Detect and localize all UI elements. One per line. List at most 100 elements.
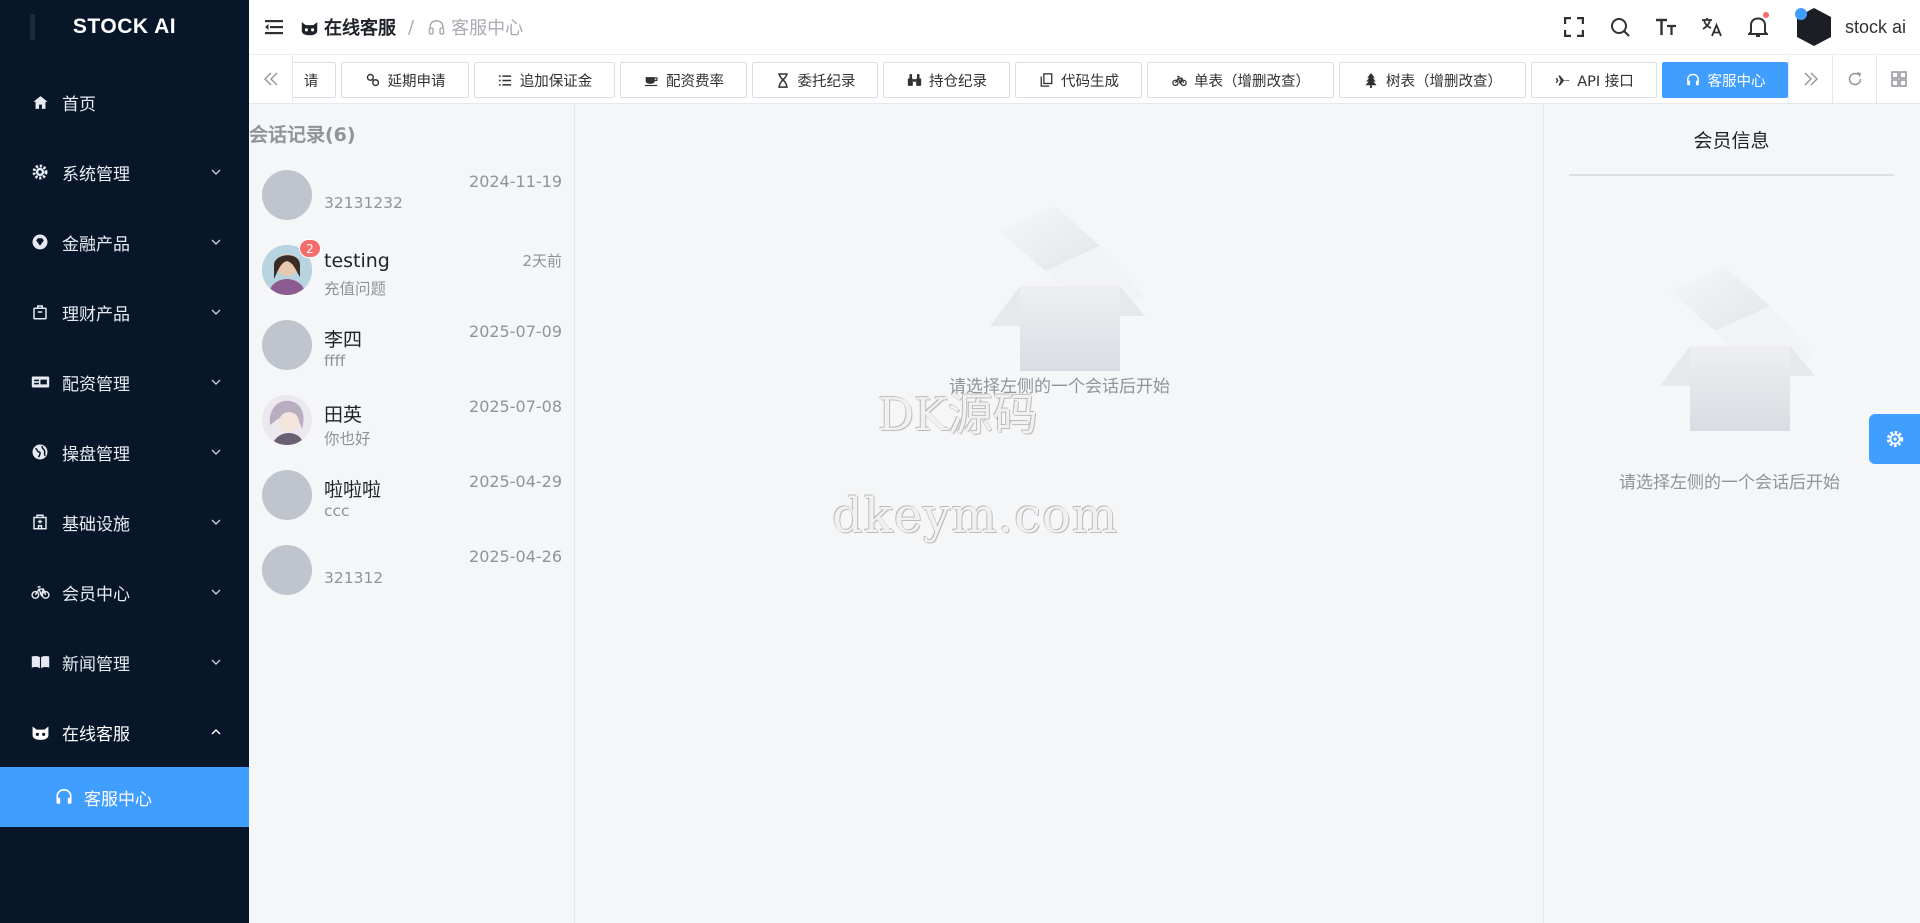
bike-icon (30, 582, 50, 602)
conversation-name: testing (324, 250, 390, 272)
conversation-item[interactable]: 李四 ffff 2025-07-09 (262, 314, 562, 389)
conversation-time: 2天前 (522, 252, 562, 270)
sidebar-item-home[interactable]: 首页 (0, 67, 249, 137)
settings-button[interactable] (1869, 414, 1920, 464)
tag-service-center[interactable]: 客服中心 (1662, 62, 1788, 98)
sidebar-item-label: 配资管理 (62, 374, 130, 395)
tag-label: 单表（增删改查） (1194, 73, 1310, 90)
search-button[interactable] (1597, 0, 1643, 54)
brand-divider (30, 14, 35, 40)
avatar (262, 320, 312, 370)
user-menu[interactable]: stock ai (1781, 6, 1920, 48)
bag-icon (30, 302, 50, 322)
hourglass-icon (775, 72, 791, 88)
tree-icon (1363, 72, 1379, 88)
tag-partial[interactable]: 请 (293, 62, 336, 98)
breadcrumb-item-service-center: 客服中心 (426, 14, 523, 40)
tags-scroll-right-button[interactable] (1788, 55, 1832, 103)
book-icon (30, 652, 50, 672)
conversation-name: 李四 (324, 329, 363, 351)
unread-badge: 2 (299, 239, 321, 258)
sidebar-item-online-service[interactable]: 在线客服 (0, 697, 249, 767)
tag-label: 客服中心 (1707, 73, 1766, 90)
notification-dot (1762, 12, 1769, 18)
sidebar-item-finance-products[interactable]: 金融产品 (0, 207, 249, 277)
cup-icon (643, 72, 659, 88)
sidebar-item-label: 基础设施 (62, 514, 130, 535)
conversation-time: 2025-07-08 (469, 397, 562, 416)
font-size-button[interactable] (1643, 0, 1689, 54)
sidebar-item-news-management[interactable]: 新闻管理 (0, 627, 249, 697)
tags-scroll-left-button[interactable] (249, 55, 293, 103)
conversation-last-message: 32131232 (324, 194, 403, 212)
sidebar-item-label: 新闻管理 (62, 654, 130, 675)
tag-code-generation[interactable]: 代码生成 (1015, 62, 1142, 98)
conversation-name: 啦啦啦 (324, 479, 382, 501)
notifications-button[interactable] (1735, 0, 1781, 54)
tags-menu-button[interactable] (1876, 55, 1920, 103)
sidebar-menu: 首页 系统管理 金融产品 理财产品 配资管理 操盘管理 基础设施 会员中心 新闻… (0, 67, 249, 827)
copy-icon (1038, 72, 1054, 88)
conversation-item[interactable]: 2 testing 充值问题 2天前 (262, 239, 562, 314)
chevron-down-icon (209, 235, 223, 249)
avatar (262, 545, 312, 595)
fullscreen-button[interactable] (1551, 0, 1597, 54)
tag-margin-rates[interactable]: 配资费率 (620, 62, 747, 98)
conversation-item[interactable]: 田英 你也好 2025-07-08 (262, 389, 562, 464)
refresh-icon (1848, 72, 1861, 86)
empty-box-icon (1659, 266, 1815, 431)
building-icon (30, 512, 50, 532)
conversation-item[interactable]: 32131232 2024-11-19 (262, 164, 562, 239)
conversation-last-message: 充值问题 (324, 280, 387, 298)
chat-empty-text: 请选择左侧的一个会话后开始 (949, 377, 1170, 397)
chevron-down-icon (209, 375, 223, 389)
sidebar-item-system[interactable]: 系统管理 (0, 137, 249, 207)
tag-api[interactable]: API 接口 (1531, 62, 1657, 98)
headset-icon (1685, 72, 1701, 88)
card-icon (30, 372, 50, 392)
tag-position-records[interactable]: 持仓纪录 (883, 62, 1010, 98)
tag-order-records[interactable]: 委托纪录 (752, 62, 878, 98)
sidebar-item-member-center[interactable]: 会员中心 (0, 557, 249, 627)
gear-icon (1886, 430, 1903, 448)
conversation-item[interactable]: 321312 2025-04-26 (262, 539, 562, 614)
search-icon (1610, 18, 1630, 37)
tag-single-table-crud[interactable]: 单表（增删改查） (1147, 62, 1334, 98)
fullscreen-icon (1563, 17, 1584, 37)
translate-icon (1701, 18, 1722, 37)
globe-icon (30, 442, 50, 462)
menu-toggle-button[interactable] (249, 0, 299, 54)
conversation-last-message: 321312 (324, 569, 384, 587)
tag-add-margin[interactable]: 追加保证金 (474, 62, 615, 98)
avatar (262, 470, 312, 520)
tag-label: API 接口 (1577, 73, 1634, 90)
breadcrumb-label: 客服中心 (451, 18, 524, 39)
sidebar-item-label: 金融产品 (62, 234, 130, 255)
tag-label: 树表（增删改查） (1386, 73, 1502, 90)
sidebar-item-margin-management[interactable]: 配资管理 (0, 347, 249, 417)
sidebar-item-label: 会员中心 (62, 584, 130, 605)
sidebar-item-label: 系统管理 (62, 164, 130, 185)
conversation-item[interactable]: 啦啦啦 ccc 2025-04-29 (262, 464, 562, 539)
language-button[interactable] (1689, 0, 1735, 54)
font-size-icon (1655, 18, 1676, 35)
sidebar-item-trading-management[interactable]: 操盘管理 (0, 417, 249, 487)
double-chevron-left-icon (263, 72, 277, 86)
cat-icon (30, 722, 50, 742)
breadcrumb-item-online-service[interactable]: 在线客服 (299, 14, 396, 40)
home-icon (30, 92, 50, 112)
tag-label: 委托纪录 (797, 73, 856, 90)
refresh-button[interactable] (1832, 55, 1876, 103)
sidebar: STOCK AI 首页 系统管理 金融产品 理财产品 配资管理 操盘管理 基础设… (0, 0, 249, 923)
breadcrumb-label: 在线客服 (324, 18, 396, 39)
headset-icon (426, 17, 446, 37)
sidebar-item-label: 操盘管理 (62, 444, 130, 465)
sidebar-item-infrastructure[interactable]: 基础设施 (0, 487, 249, 557)
user-name: stock ai (1844, 16, 1906, 37)
tag-tree-table-crud[interactable]: 树表（增删改查） (1339, 62, 1526, 98)
tag-extension-request[interactable]: 延期申请 (341, 62, 469, 98)
tag-label: 追加保证金 (519, 73, 593, 90)
avatar (262, 170, 312, 220)
sidebar-subitem-service-center[interactable]: 客服中心 (0, 767, 249, 827)
sidebar-item-wealth-products[interactable]: 理财产品 (0, 277, 249, 347)
